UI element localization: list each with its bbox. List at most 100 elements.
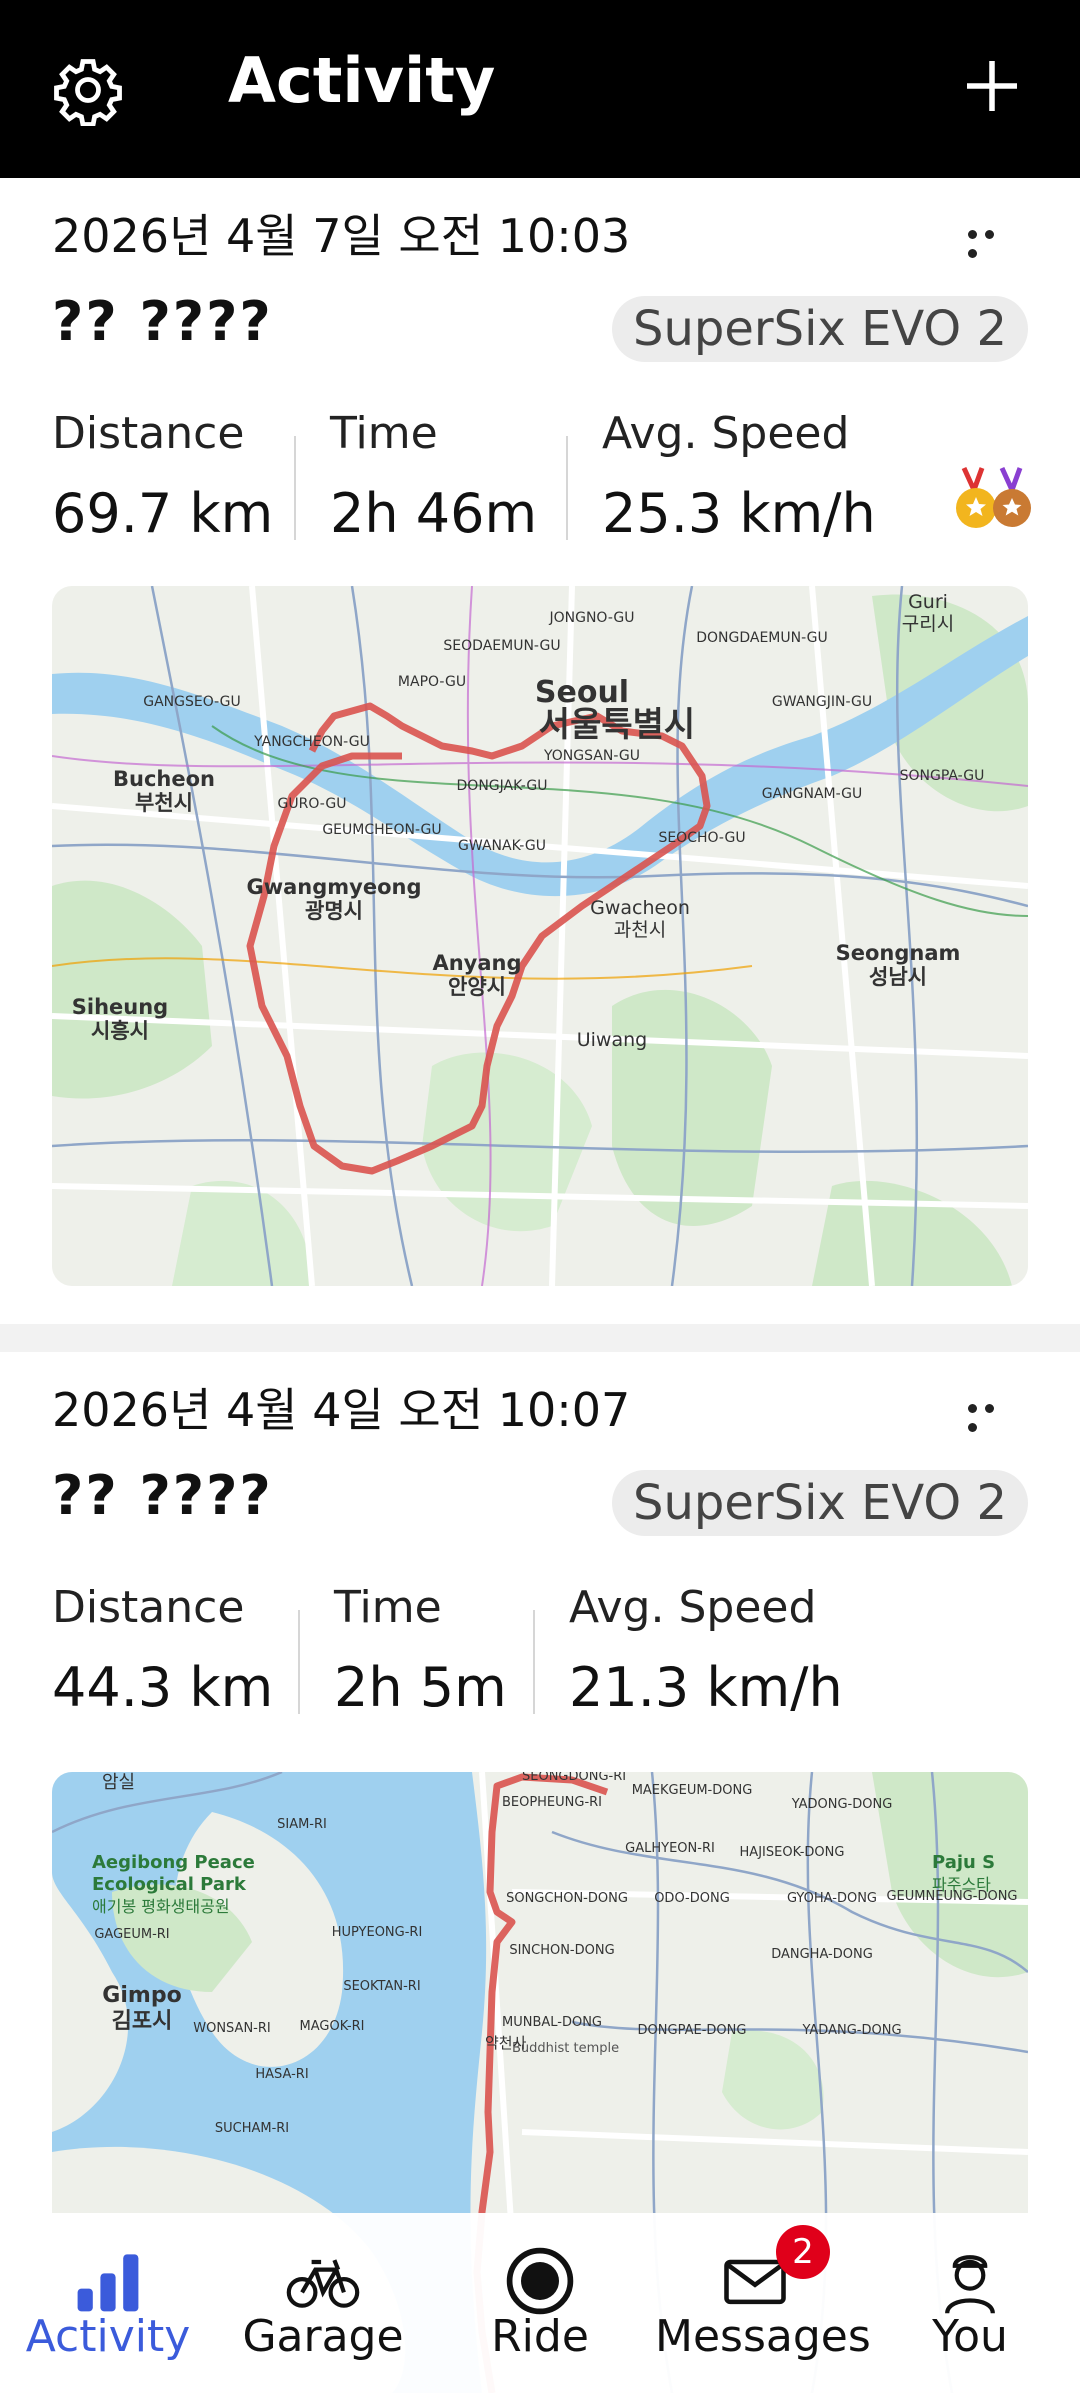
map-label-yadong: YADONG-DONG xyxy=(791,1797,893,1812)
map-label-beopheung: BEOPHEUNG-RI xyxy=(502,1795,602,1810)
map-label-amsil: 암실 xyxy=(102,1772,135,1793)
map-label-dangha: DANGHA-DONG xyxy=(771,1947,873,1962)
map-label-siam: SIAM-RI xyxy=(277,1817,327,1832)
messages-badge: 2 xyxy=(776,2225,830,2279)
map-label-dongdaemun: DONGDAEMUN-GU xyxy=(696,630,828,646)
map-label-buddhist-temple: Buddhist temple xyxy=(512,2041,619,2056)
time-value: 2h 5m xyxy=(334,1656,507,1719)
map-label-gwangmyeong: Gwangmyeong xyxy=(246,875,421,899)
bike-chip[interactable]: SuperSix EVO 2 xyxy=(612,1470,1028,1536)
map-label-gimpo: Gimpo xyxy=(102,1983,181,2008)
map-label-guro: GURO-GU xyxy=(278,796,347,812)
nav-garage[interactable]: Garage xyxy=(223,2213,423,2393)
bottom-navigation: Activity Garage Ride Messages You xyxy=(0,2213,1080,2393)
nav-activity-label: Activity xyxy=(25,2311,191,2362)
map-label-geumneung: GEUMNEUNG-DONG xyxy=(886,1889,1017,1904)
map-label-gangseo: GANGSEO-GU xyxy=(143,694,241,710)
activity-date: 2026년 4월 4일 오전 10:07 xyxy=(52,1383,631,1437)
map-label-bucheon: Bucheon xyxy=(113,767,215,791)
time-label: Time xyxy=(334,1582,442,1633)
page-title: Activity xyxy=(228,44,496,117)
activity-name: ?? ???? xyxy=(52,290,273,353)
map-label-gwangmyeong-ko: 광명시 xyxy=(305,899,363,923)
map-label-hupyeong: HUPYEONG-RI xyxy=(332,1925,423,1940)
map-label-guri: Guri xyxy=(908,591,948,613)
avg-speed-value: 21.3 km/h xyxy=(569,1656,843,1719)
distance-value: 44.3 km xyxy=(52,1656,274,1719)
nav-you-label: You xyxy=(932,2311,1008,2362)
map-label-maekgeum: MAEKGEUM-DONG xyxy=(632,1783,753,1798)
record-icon xyxy=(506,2247,574,2315)
avg-speed-label: Avg. Speed xyxy=(602,408,850,459)
more-options-icon[interactable] xyxy=(964,224,1014,258)
stat-divider xyxy=(566,436,568,540)
settings-gear-icon[interactable] xyxy=(52,54,124,126)
map-label-seongdong: SEONGDONG-RI xyxy=(522,1772,626,1784)
person-icon xyxy=(945,2255,995,2314)
map-label-siheung-ko: 시흥시 xyxy=(91,1019,149,1043)
map-label-seoktan: SEOKTAN-RI xyxy=(343,1979,420,1994)
map-label-seoul-ko: 서울특별시 xyxy=(539,705,695,745)
stat-divider xyxy=(294,436,296,540)
map-label-anyang: Anyang xyxy=(432,951,521,975)
map-label-guri-ko: 구리시 xyxy=(902,613,954,635)
map-label-gageum: GAGEUM-RI xyxy=(94,1927,169,1942)
map-label-sinchon: SINCHON-DONG xyxy=(509,1943,614,1958)
map-label-hajiseok: HAJISEOK-DONG xyxy=(740,1845,845,1860)
map-label-seocho: SEOCHO-GU xyxy=(658,830,745,846)
activity-card[interactable]: 2026년 4월 7일 오전 10:03 ?? ???? SuperSix EV… xyxy=(0,178,1080,1324)
map-label-dongpae: DONGPAE-DONG xyxy=(638,2023,747,2038)
map-label-songpa: SONGPA-GU xyxy=(900,768,985,784)
map-label-aegibong-ko: 애기봉 평화생태공원 xyxy=(92,1897,230,1916)
route-map[interactable]: Seoul 서울특별시 Bucheon 부천시 Gwangmyeong 광명시 … xyxy=(52,586,1028,1286)
nav-garage-label: Garage xyxy=(242,2311,404,2362)
map-label-gyoha: GYOHA-DONG xyxy=(787,1891,877,1906)
map-label-seongnam-ko: 성남시 xyxy=(869,965,927,989)
map-label-sucham: SUCHAM-RI xyxy=(215,2121,289,2136)
map-label-gangnam: GANGNAM-GU xyxy=(762,786,863,802)
avg-speed-label: Avg. Speed xyxy=(569,1582,817,1633)
map-label-gwacheon: Gwacheon xyxy=(590,897,690,919)
map-label-odo: ODO-DONG xyxy=(654,1891,730,1906)
map-label-anyang-ko: 안양시 xyxy=(448,975,506,999)
map-label-hasa: HASA-RI xyxy=(255,2067,308,2082)
nav-messages-label: Messages xyxy=(655,2311,871,2362)
map-label-gwanak: GWANAK-GU xyxy=(458,838,546,854)
nav-activity[interactable]: Activity xyxy=(8,2213,208,2393)
map-label-wonsan: WONSAN-RI xyxy=(193,2021,270,2036)
nav-ride-label: Ride xyxy=(491,2311,589,2362)
map-label-songchon: SONGCHON-DONG xyxy=(506,1891,628,1906)
map-label-gwangjin: GWANGJIN-GU xyxy=(772,694,872,710)
stat-divider xyxy=(533,1610,535,1714)
map-label-aegibong-2: Ecological Park xyxy=(92,1874,247,1895)
map-label-galhyeon: GALHYEON-RI xyxy=(625,1841,715,1856)
nav-you[interactable]: You xyxy=(870,2213,1070,2393)
time-value: 2h 46m xyxy=(330,482,538,545)
map-label-munbal: MUNBAL-DONG xyxy=(502,2015,602,2030)
map-label-uiwang: Uiwang xyxy=(577,1029,647,1051)
map-label-seodaemun: SEODAEMUN-GU xyxy=(443,638,560,654)
distance-label: Distance xyxy=(52,1582,245,1633)
activity-date: 2026년 4월 7일 오전 10:03 xyxy=(52,209,631,263)
app-header: Activity xyxy=(0,0,1080,178)
time-label: Time xyxy=(330,408,438,459)
map-label-yongsan: YONGSAN-GU xyxy=(543,748,640,764)
distance-value: 69.7 km xyxy=(52,482,274,545)
bike-chip[interactable]: SuperSix EVO 2 xyxy=(612,296,1028,362)
map-label-jongno: JONGNO-GU xyxy=(548,610,634,626)
map-label-yangcheon: YANGCHEON-GU xyxy=(253,734,370,750)
nav-ride[interactable]: Ride xyxy=(440,2213,640,2393)
activity-name: ?? ???? xyxy=(52,1464,273,1527)
map-label-dongjak: DONGJAK-GU xyxy=(457,778,548,794)
add-activity-plus-icon[interactable] xyxy=(962,56,1022,116)
achievement-medals-icon[interactable] xyxy=(952,466,1032,532)
distance-label: Distance xyxy=(52,408,245,459)
more-options-icon[interactable] xyxy=(964,1398,1014,1432)
map-label-geumcheon: GEUMCHEON-GU xyxy=(322,822,441,838)
map-label-gimpo-ko: 김포시 xyxy=(112,2009,173,2034)
map-label-aegibong: Aegibong Peace xyxy=(92,1852,255,1873)
map-label-gwacheon-ko: 과천시 xyxy=(614,919,666,941)
map-label-seongnam: Seongnam xyxy=(836,941,961,965)
map-label-yakcheonsa: 약천사 xyxy=(485,2034,527,2052)
map-label-siheung: Siheung xyxy=(72,995,168,1019)
